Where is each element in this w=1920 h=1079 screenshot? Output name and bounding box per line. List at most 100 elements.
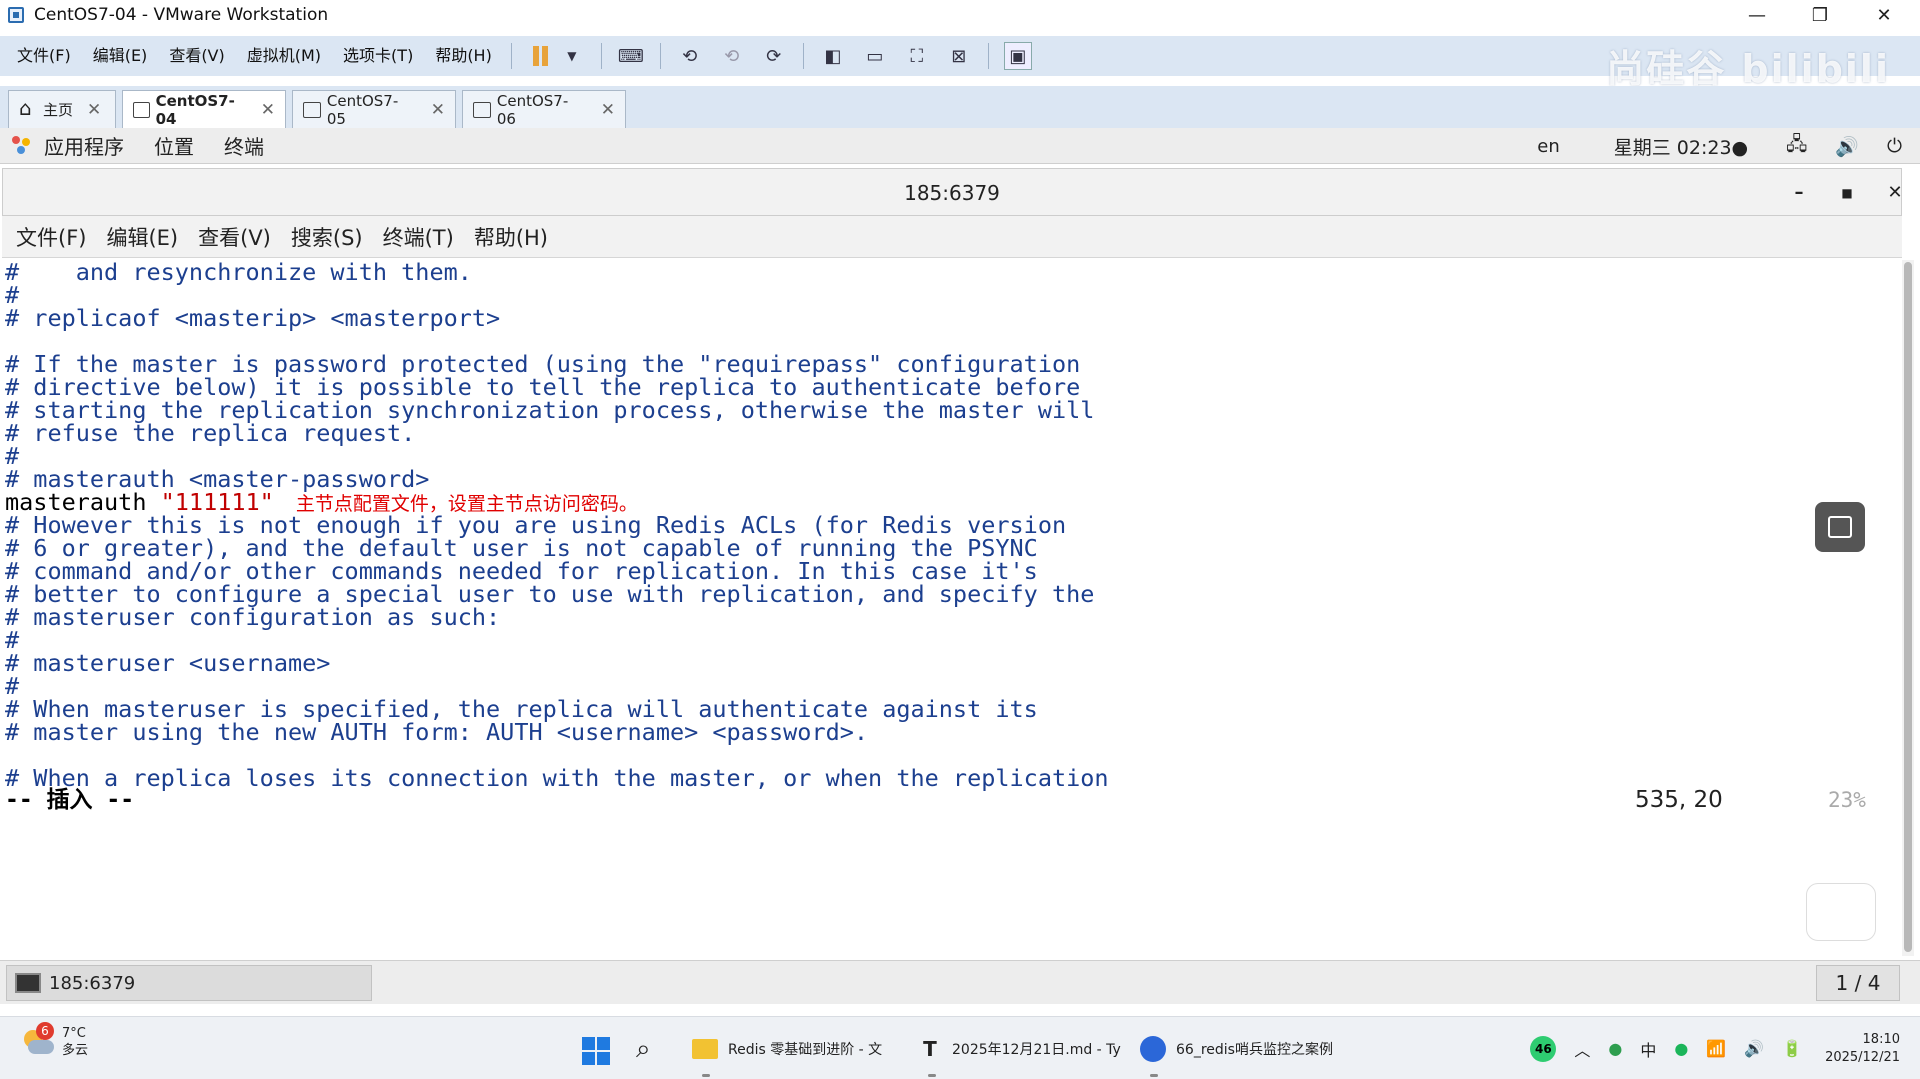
bilibili-tv-icon[interactable] bbox=[1806, 883, 1876, 941]
taskbar-app-typora[interactable]: T 2025年12月21日.md - Ty bbox=[918, 1027, 1121, 1077]
taskbar-clock[interactable]: 18:10 2025/12/21 bbox=[1825, 1031, 1900, 1067]
close-icon[interactable]: ✕ bbox=[601, 100, 615, 120]
tab-centos7-06[interactable]: CentOS7-06 ✕ bbox=[462, 90, 626, 128]
chevron-up-icon[interactable]: ︿ bbox=[1574, 1037, 1590, 1061]
system-tray: 46 ︿ ● 中 ● 📶 🔊 🔋 18:10 2025/12/21 bbox=[1521, 1017, 1920, 1079]
expand-icon[interactable] bbox=[1815, 502, 1865, 552]
menu-file[interactable]: 文件(F) bbox=[6, 36, 82, 76]
menu-tabs[interactable]: 选项卡(T) bbox=[332, 36, 424, 76]
taskbar-app-label: 66_redis哨兵监控之案例 bbox=[1176, 1042, 1333, 1058]
taskbar-app-label: 2025年12月21日.md - Ty bbox=[952, 1042, 1121, 1058]
gnome-menu-applications[interactable]: 应用程序 bbox=[44, 131, 142, 160]
gnome-menu-places[interactable]: 位置 bbox=[154, 131, 212, 160]
terminal-menu-file[interactable]: 文件(F) bbox=[6, 222, 96, 252]
player-icon bbox=[1140, 1036, 1166, 1062]
tab-centos7-04[interactable]: CentOS7-04 ✕ bbox=[122, 90, 286, 128]
terminal-menu-terminal[interactable]: 终端(T) bbox=[373, 222, 464, 252]
scrollbar-thumb[interactable] bbox=[1904, 262, 1912, 952]
weather-widget[interactable]: 6 7°C 多云 bbox=[20, 1022, 89, 1059]
taskbar-app-explorer[interactable]: Redis 零基础到进阶 - 文 bbox=[692, 1027, 883, 1077]
tray-app-badge[interactable]: 46 bbox=[1530, 1035, 1557, 1062]
terminal-line: # masteruser <username> bbox=[5, 649, 331, 677]
tab-centos7-05[interactable]: CentOS7-05 ✕ bbox=[292, 90, 456, 128]
ime-indicator[interactable]: 中 bbox=[1640, 1037, 1656, 1061]
vm-tab-bar: 主页 ✕ CentOS7-04 ✕ CentOS7-05 ✕ CentOS7-0… bbox=[0, 86, 1920, 128]
terminal-menu-edit[interactable]: 编辑(E) bbox=[96, 222, 188, 252]
tray-app-icon[interactable]: ● bbox=[1608, 1039, 1622, 1058]
restore-button[interactable]: ❐ bbox=[1797, 0, 1843, 30]
menu-help[interactable]: 帮助(H) bbox=[424, 36, 503, 76]
vm-icon bbox=[303, 101, 321, 118]
input-language[interactable]: en bbox=[1537, 136, 1559, 157]
vm-icon bbox=[133, 101, 150, 118]
close-icon[interactable]: ✕ bbox=[87, 100, 101, 120]
minimize-button[interactable]: — bbox=[1734, 0, 1780, 30]
terminal-line: # When a replica loses its connection wi… bbox=[5, 764, 1109, 792]
clock-time: 18:10 bbox=[1862, 1031, 1900, 1047]
pause-icon[interactable] bbox=[527, 42, 555, 70]
windows-taskbar: 6 7°C 多云 ⌕ Redis 零基础到进阶 - 文 T 2025年12月21… bbox=[0, 1016, 1920, 1079]
toolbar-divider bbox=[987, 43, 989, 69]
weather-badge: 6 bbox=[36, 1022, 54, 1040]
pause-dropdown-icon[interactable]: ▼ bbox=[558, 42, 586, 70]
windows-start-icon[interactable] bbox=[582, 1037, 610, 1065]
window-list-item-terminal[interactable]: 185:6379 bbox=[6, 965, 372, 1001]
terminal-content[interactable]: # and resynchronize with them. # # repli… bbox=[2, 258, 1902, 958]
battery-icon[interactable]: 🔋 bbox=[1782, 1039, 1802, 1058]
terminal-menu-view[interactable]: 查看(V) bbox=[188, 222, 281, 252]
toolbar-divider bbox=[659, 43, 661, 69]
toolbar-divider bbox=[510, 43, 512, 69]
terminal-maximize-button[interactable]: ■ bbox=[1827, 169, 1867, 217]
menu-view[interactable]: 查看(V) bbox=[158, 36, 235, 76]
search-icon[interactable]: ⌕ bbox=[636, 1027, 651, 1071]
home-icon bbox=[19, 96, 37, 120]
menu-vm[interactable]: 虚拟机(M) bbox=[236, 36, 332, 76]
terminal-minimize-button[interactable]: – bbox=[1779, 169, 1819, 217]
cursor-position: 535, 20 bbox=[1635, 787, 1723, 813]
snapshot-manager-icon[interactable]: ⟳ bbox=[760, 42, 788, 70]
taskbar-app-label: Redis 零基础到进阶 - 文 bbox=[728, 1042, 883, 1058]
wifi-icon[interactable]: 📶 bbox=[1706, 1039, 1726, 1058]
power-icon[interactable]: ⏻ bbox=[1887, 135, 1902, 157]
toolbar-divider bbox=[600, 43, 602, 69]
tab-label: CentOS7-05 bbox=[326, 91, 399, 128]
wechat-icon[interactable]: ● bbox=[1674, 1039, 1688, 1058]
terminal-menu-search[interactable]: 搜索(S) bbox=[281, 222, 373, 252]
close-button[interactable]: ✕ bbox=[1861, 0, 1907, 30]
gnome-top-bar: 应用程序 位置 终端 en 星期三 02:23● 🖧 🔊 ⏻ bbox=[0, 128, 1920, 164]
volume-icon[interactable]: 🔊 bbox=[1835, 135, 1859, 158]
unity-icon[interactable]: ⊠ bbox=[945, 42, 973, 70]
vm-icon bbox=[473, 101, 491, 118]
library-icon[interactable]: ◧ bbox=[819, 42, 847, 70]
weather-desc: 多云 bbox=[62, 1043, 89, 1058]
gnome-apps-icon bbox=[12, 135, 32, 156]
tab-label: 主页 bbox=[43, 101, 74, 119]
terminal-title: 185:6379 bbox=[904, 181, 1000, 205]
terminal-menubar: 文件(F) 编辑(E) 查看(V) 搜索(S) 终端(T) 帮助(H) bbox=[2, 216, 1902, 258]
workspace-indicator[interactable]: 1 / 4 bbox=[1816, 965, 1900, 1001]
taskbar-app-player[interactable]: 66_redis哨兵监控之案例 bbox=[1140, 1027, 1333, 1077]
watermark-logo: 尚硅谷 bilibili bbox=[1606, 47, 1890, 91]
fullscreen-icon[interactable]: ⛶ bbox=[903, 42, 931, 70]
terminal-menu-help[interactable]: 帮助(H) bbox=[464, 222, 558, 252]
volume-icon[interactable]: 🔊 bbox=[1744, 1039, 1764, 1058]
close-icon[interactable]: ✕ bbox=[261, 100, 275, 120]
terminal-close-button[interactable]: ✕ bbox=[1875, 169, 1915, 217]
snapshot-icon[interactable]: ⟲ bbox=[676, 42, 704, 70]
vmware-app-icon bbox=[8, 7, 24, 23]
terminal-titlebar: 185:6379 – ■ ✕ bbox=[2, 168, 1903, 217]
console-view-icon[interactable]: ▭ bbox=[861, 42, 889, 70]
gnome-menu-terminal[interactable]: 终端 bbox=[224, 131, 282, 160]
send-keys-icon[interactable]: ⌨ bbox=[617, 42, 645, 70]
view-mode-icon[interactable]: ▣ bbox=[1003, 42, 1032, 70]
network-icon[interactable]: 🖧 bbox=[1786, 130, 1807, 162]
tab-home[interactable]: 主页 ✕ bbox=[8, 90, 116, 128]
toolbar-divider bbox=[802, 43, 804, 69]
menu-edit[interactable]: 编辑(E) bbox=[82, 36, 159, 76]
terminal-line: # replicaof <masterip> <masterport> bbox=[5, 304, 501, 332]
revert-snapshot-icon[interactable]: ⟲ bbox=[718, 42, 746, 70]
gnome-clock[interactable]: 星期三 02:23● bbox=[1614, 133, 1748, 160]
window-title: CentOS7-04 - VMware Workstation bbox=[34, 5, 329, 25]
close-icon[interactable]: ✕ bbox=[431, 100, 445, 120]
terminal-icon bbox=[15, 973, 41, 993]
